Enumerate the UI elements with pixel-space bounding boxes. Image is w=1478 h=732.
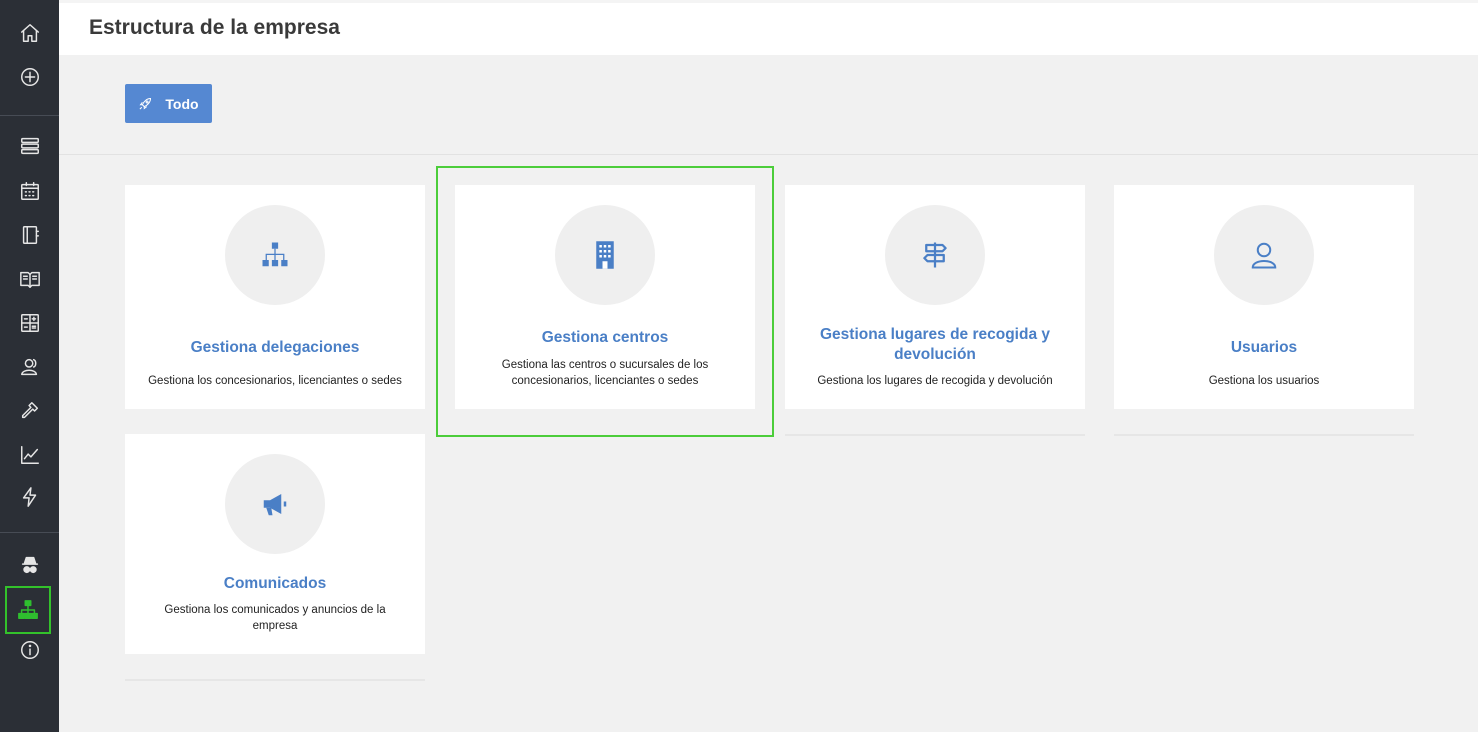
home-icon [20, 24, 39, 42]
sidebar-automation[interactable] [0, 475, 59, 519]
incognito-icon [21, 556, 38, 574]
plus-circle-icon [20, 68, 39, 86]
sidebar-divider [0, 115, 59, 116]
card-icon-circle [555, 205, 655, 305]
card-icon-circle [225, 454, 325, 554]
info-icon [20, 641, 39, 659]
todo-button-label: Todo [165, 95, 199, 112]
card-divider [1114, 434, 1414, 436]
card-description: Gestiona los comunicados y anuncios de l… [164, 604, 386, 632]
card-title: Gestiona lugares de recogida y devolució… [820, 326, 1050, 363]
users-icon [20, 358, 37, 376]
card-divider [785, 434, 1085, 436]
card-title: Comunicados [223, 575, 327, 592]
user-icon [1251, 242, 1277, 269]
sidebar-book[interactable] [0, 257, 59, 301]
megaphone-icon [263, 494, 287, 516]
toolbar: Todo [59, 55, 1478, 155]
card-description: Gestiona los usuarios [1208, 375, 1320, 387]
card-title: Usuarios [1230, 339, 1298, 356]
sidebar-contacts[interactable] [0, 345, 59, 389]
sidebar-add[interactable] [0, 55, 59, 99]
sidebar-divider [0, 532, 59, 533]
card-title: Gestiona delegaciones [190, 339, 360, 356]
sidebar-home[interactable] [0, 11, 59, 55]
sidebar-tools[interactable] [0, 389, 59, 433]
sitemap-icon [262, 242, 288, 267]
sidebar-info[interactable] [0, 628, 59, 672]
sidebar-calculator[interactable] [0, 301, 59, 345]
notebook-icon [22, 226, 39, 244]
page-title: Estructura de la empresa [89, 16, 340, 39]
page-header: Estructura de la empresa [59, 0, 1478, 55]
card-icon-circle [885, 205, 985, 305]
calendar-icon [20, 182, 39, 200]
bolt-icon [22, 487, 36, 507]
calculator-icon [20, 314, 39, 332]
card-lugares[interactable]: Gestiona lugares de recogida y devolució… [785, 185, 1085, 409]
sitemap-icon [18, 600, 38, 619]
card-centros[interactable]: Gestiona centros Gestiona las centros o … [455, 185, 755, 409]
card-description: Gestiona los lugares de recogida y devol… [817, 375, 1053, 387]
wrench-icon [21, 402, 38, 419]
sidebar-company-structure[interactable] [5, 586, 51, 634]
card-description: Gestiona las centros o sucursales de los… [501, 359, 709, 387]
card-comunicados[interactable]: Comunicados Gestiona los comunicados y a… [125, 434, 425, 654]
sidebar-notebook[interactable] [0, 213, 59, 257]
sidebar-reports[interactable] [0, 433, 59, 477]
sidebar-calendar[interactable] [0, 169, 59, 213]
card-description: Gestiona los concesionarios, licenciante… [148, 375, 402, 387]
book-open-icon [19, 271, 40, 288]
sidebar-incognito[interactable] [0, 543, 59, 587]
sidebar [0, 0, 59, 732]
card-title: Gestiona centros [541, 329, 669, 346]
building-icon [596, 241, 614, 269]
card-delegaciones[interactable]: Gestiona delegaciones Gestiona los conce… [125, 185, 425, 409]
server-icon [20, 137, 39, 155]
card-divider [125, 679, 425, 681]
todo-button[interactable]: Todo [125, 84, 212, 123]
card-icon-circle [225, 205, 325, 305]
card-icon-circle [1214, 205, 1314, 305]
signpost-icon [923, 242, 947, 268]
chart-line-icon [20, 446, 39, 464]
card-usuarios[interactable]: Usuarios Gestiona los usuarios [1114, 185, 1414, 409]
sidebar-servers[interactable] [0, 124, 59, 168]
rocket-icon [139, 97, 152, 110]
